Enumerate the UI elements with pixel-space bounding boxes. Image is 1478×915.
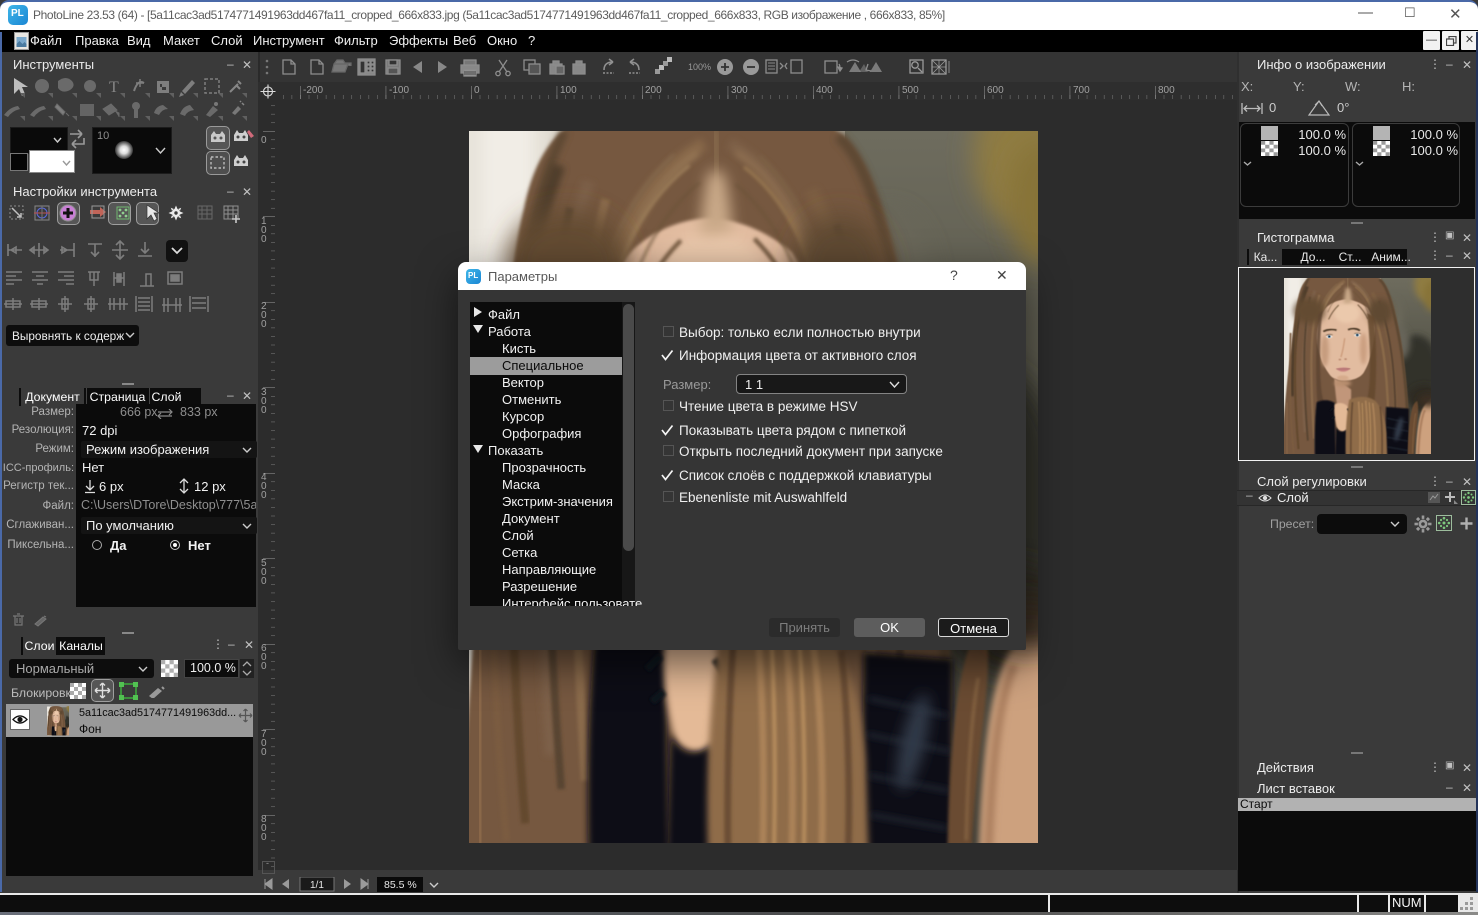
svg-text:0: 0 — [261, 661, 267, 672]
svg-text:500: 500 — [902, 85, 919, 96]
svg-text:300: 300 — [731, 85, 748, 96]
svg-text:-200: -200 — [303, 85, 323, 96]
svg-text:800: 800 — [1158, 85, 1175, 96]
svg-text:0: 0 — [474, 85, 480, 96]
svg-text:0: 0 — [261, 319, 267, 330]
svg-text:700: 700 — [1073, 85, 1090, 96]
svg-text:0: 0 — [261, 832, 267, 843]
svg-text:600: 600 — [987, 85, 1004, 96]
svg-text:0: 0 — [261, 747, 267, 758]
svg-text:400: 400 — [816, 85, 833, 96]
svg-text:T: T — [109, 79, 119, 96]
svg-text:-100: -100 — [389, 85, 409, 96]
svg-text:0: 0 — [261, 234, 267, 245]
svg-text:200: 200 — [645, 85, 662, 96]
svg-text:0: 0 — [261, 135, 267, 146]
svg-text:0: 0 — [261, 490, 267, 501]
svg-text:0: 0 — [261, 405, 267, 416]
svg-text:100%: 100% — [688, 62, 711, 72]
svg-text:0: 0 — [261, 576, 267, 587]
svg-text:1/1: 1/1 — [310, 880, 324, 891]
svg-text:100: 100 — [560, 85, 577, 96]
